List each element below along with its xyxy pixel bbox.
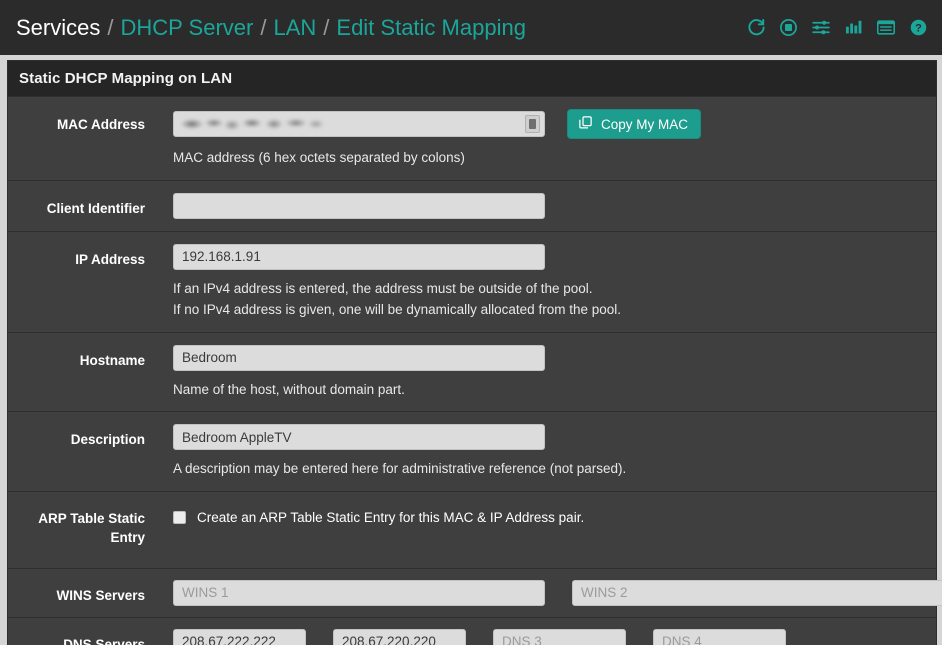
- help-icon[interactable]: ?: [909, 18, 928, 37]
- restart-icon[interactable]: [747, 18, 766, 37]
- mac-address-label: MAC Address: [56, 117, 145, 132]
- panel-title: Static DHCP Mapping on LAN: [8, 61, 936, 96]
- dns-servers-label: DNS Servers: [63, 636, 145, 645]
- ip-address-help-line1: If an IPv4 address is entered, the addre…: [173, 280, 593, 296]
- row-description: Description Bedroom AppleTV A descriptio…: [8, 411, 936, 491]
- copy-my-mac-label: Copy My MAC: [601, 116, 689, 132]
- row-dns-servers: DNS Servers 208.67.222.222 208.67.220.22…: [8, 616, 936, 645]
- client-identifier-label: Client Identifier: [46, 200, 145, 216]
- breadcrumb-bar: Services / DHCP Server / LAN / Edit Stat…: [0, 0, 942, 55]
- sliders-icon[interactable]: [811, 18, 831, 37]
- list-icon[interactable]: [876, 18, 896, 37]
- description-label: Description: [70, 432, 145, 448]
- breadcrumb-separator: /: [323, 14, 330, 40]
- dns-2-input[interactable]: 208.67.220.220: [333, 628, 466, 645]
- wins-1-input[interactable]: WINS 1: [173, 579, 545, 606]
- mac-address-input[interactable]: [173, 111, 545, 137]
- row-ip-address: IP Address 192.168.1.91 If an IPv4 addre…: [8, 230, 936, 332]
- hostname-label: Hostname: [79, 352, 145, 368]
- breadcrumb: Services / DHCP Server / LAN / Edit Stat…: [16, 15, 526, 41]
- row-wins-servers: WINS Servers WINS 1 WINS 2: [8, 567, 942, 617]
- arp-static-entry-checkbox[interactable]: [173, 510, 186, 524]
- dns-1-input[interactable]: 208.67.222.222: [173, 628, 306, 645]
- bar-chart-icon[interactable]: [844, 18, 863, 37]
- breadcrumb-root: Services: [16, 14, 101, 40]
- mac-address-help: MAC address (6 hex octets separated by c…: [173, 150, 465, 165]
- hostname-input[interactable]: Bedroom: [173, 344, 545, 371]
- client-identifier-input[interactable]: [173, 192, 545, 219]
- svg-text:?: ?: [915, 22, 922, 34]
- description-input[interactable]: Bedroom AppleTV: [173, 424, 545, 451]
- ip-address-input[interactable]: 192.168.1.91: [173, 243, 545, 270]
- row-mac-address: MAC Address Copy My MAC MAC address (6 h…: [8, 96, 936, 180]
- stop-icon[interactable]: [779, 18, 798, 37]
- contact-card-icon[interactable]: [525, 115, 540, 133]
- ip-address-help-line2: If no IPv4 address is given, one will be…: [173, 302, 621, 318]
- breadcrumb-item-edit-static-mapping[interactable]: Edit Static Mapping: [336, 15, 526, 41]
- copy-icon: [578, 115, 593, 133]
- breadcrumb-separator: /: [107, 14, 114, 40]
- header-icon-group: ?: [747, 18, 928, 37]
- breadcrumb-separator: /: [260, 14, 267, 40]
- mac-address-field-wrap: [173, 111, 545, 137]
- arp-static-entry-checkbox-label: Create an ARP Table Static Entry for thi…: [197, 509, 585, 525]
- wins-servers-label: WINS Servers: [56, 587, 145, 603]
- breadcrumb-item-dhcp-server[interactable]: DHCP Server: [120, 15, 253, 41]
- row-client-identifier: Client Identifier: [8, 179, 936, 231]
- dns-4-input[interactable]: DNS 4: [653, 628, 786, 645]
- row-hostname: Hostname Bedroom Name of the host, witho…: [8, 331, 936, 412]
- wins-2-input[interactable]: WINS 2: [572, 579, 942, 606]
- description-help: A description may be entered here for ad…: [173, 461, 627, 477]
- copy-my-mac-button[interactable]: Copy My MAC: [567, 109, 702, 139]
- row-arp-static-entry: ARP Table Static Entry Create an ARP Tab…: [8, 490, 936, 568]
- breadcrumb-item-lan[interactable]: LAN: [273, 15, 316, 41]
- hostname-help: Name of the host, without domain part.: [173, 381, 405, 397]
- dns-3-input[interactable]: DNS 3: [493, 628, 626, 645]
- arp-static-entry-label: ARP Table Static Entry: [38, 510, 145, 546]
- ip-address-label: IP Address: [75, 251, 145, 267]
- static-dhcp-mapping-panel: Static DHCP Mapping on LAN MAC Address C…: [7, 60, 942, 645]
